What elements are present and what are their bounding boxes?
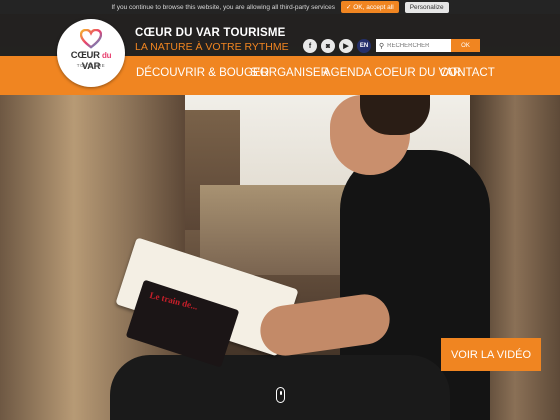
- cookie-message: If you continue to browse this website, …: [111, 3, 335, 11]
- instagram-icon[interactable]: ◙: [321, 39, 335, 53]
- nav-item-contact[interactable]: CONTACT: [440, 67, 495, 79]
- search-ok-button[interactable]: OK: [451, 39, 480, 52]
- search-icon: ⚲: [379, 42, 385, 50]
- youtube-icon[interactable]: ▶: [339, 39, 353, 53]
- nav-item-decouvrir[interactable]: DÉCOUVRIR & BOUGER: [136, 67, 269, 79]
- logo-tagline: TOURISME: [76, 63, 106, 68]
- cookie-bar: If you continue to browse this website, …: [0, 0, 560, 14]
- heart-logo-icon: [80, 29, 102, 49]
- brand-subtitle: LA NATURE À VOTRE RYTHME: [135, 41, 289, 53]
- logo-wordmark: CŒUR du VAR: [70, 50, 112, 72]
- search-input[interactable]: [387, 42, 448, 49]
- nav-item-organiser[interactable]: S'ORGANISER: [250, 67, 329, 79]
- brand-title: CŒUR DU VAR TOURISME: [135, 27, 286, 39]
- cookie-personalize-button[interactable]: Personalize: [404, 1, 449, 13]
- watch-video-button[interactable]: VOIR LA VIDÉO: [441, 338, 541, 371]
- cookie-accept-button[interactable]: ✓ OK, accept all: [340, 1, 399, 13]
- site-logo[interactable]: CŒUR du VAR TOURISME: [57, 19, 125, 87]
- scroll-down-icon[interactable]: [276, 387, 285, 403]
- social-links: f ◙ ▶ EN: [303, 39, 371, 53]
- facebook-icon[interactable]: f: [303, 39, 317, 53]
- search-box: ⚲: [376, 39, 451, 52]
- english-flag-icon[interactable]: EN: [357, 39, 371, 53]
